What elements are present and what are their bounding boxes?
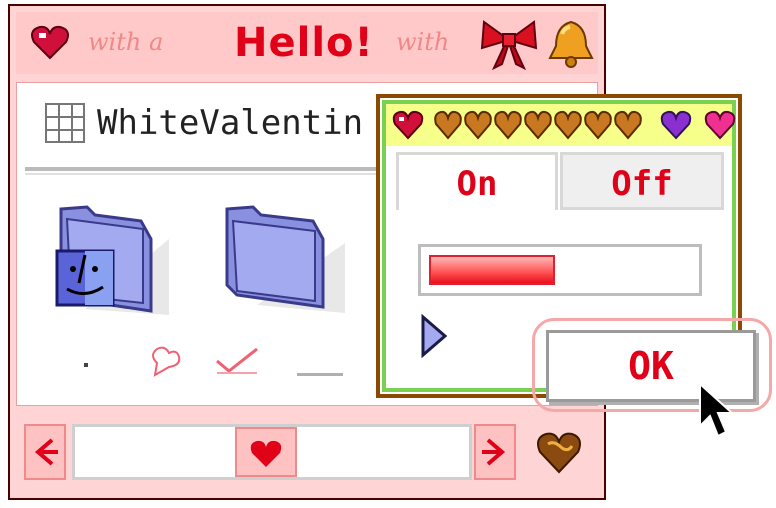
title-script-right: with bbox=[396, 28, 450, 56]
finder-folder-icon[interactable] bbox=[51, 199, 171, 319]
chocolate-hearts-row-icon bbox=[434, 110, 642, 140]
dialog-title-bar[interactable] bbox=[386, 104, 736, 146]
window-title: Hello! bbox=[234, 20, 374, 66]
horizontal-scrollbar[interactable] bbox=[16, 420, 590, 486]
title-bar[interactable]: with a Hello! with bbox=[16, 12, 598, 74]
bow-icon bbox=[480, 20, 538, 70]
progress-fill bbox=[429, 255, 555, 285]
folder-name-label: WhiteValentin bbox=[97, 103, 364, 143]
tab-bar: On Off bbox=[396, 152, 724, 210]
dash-icon bbox=[297, 373, 343, 376]
folder-icon[interactable] bbox=[217, 199, 347, 319]
scroll-track[interactable] bbox=[72, 424, 472, 480]
arrow-cursor-icon bbox=[699, 382, 735, 438]
left-arrow-icon bbox=[34, 438, 58, 466]
scroll-thumb[interactable] bbox=[235, 427, 297, 477]
right-arrow-icon bbox=[482, 438, 506, 466]
play-triangle-icon[interactable] bbox=[420, 314, 448, 358]
purple-heart-icon[interactable] bbox=[660, 110, 692, 140]
heart-icon[interactable] bbox=[392, 110, 424, 140]
title-script-left: with a bbox=[88, 28, 164, 56]
scroll-right-button[interactable] bbox=[474, 424, 516, 480]
scroll-left-button[interactable] bbox=[24, 424, 66, 480]
tab-on[interactable]: On bbox=[396, 152, 558, 210]
chocolate-heart-icon[interactable] bbox=[536, 430, 582, 474]
progress-bar bbox=[418, 244, 702, 296]
dot-icon bbox=[84, 363, 88, 367]
bell-icon[interactable] bbox=[546, 18, 596, 70]
pink-heart-icon[interactable] bbox=[704, 110, 736, 140]
path-bar[interactable]: WhiteValentin bbox=[45, 97, 385, 147]
heart-icon[interactable] bbox=[30, 24, 70, 60]
heart-outline-icon bbox=[152, 346, 181, 377]
tab-off[interactable]: Off bbox=[560, 152, 724, 210]
heart-icon bbox=[250, 440, 282, 467]
grid-view-icon[interactable] bbox=[45, 103, 85, 143]
checkmark-icon bbox=[216, 347, 258, 374]
